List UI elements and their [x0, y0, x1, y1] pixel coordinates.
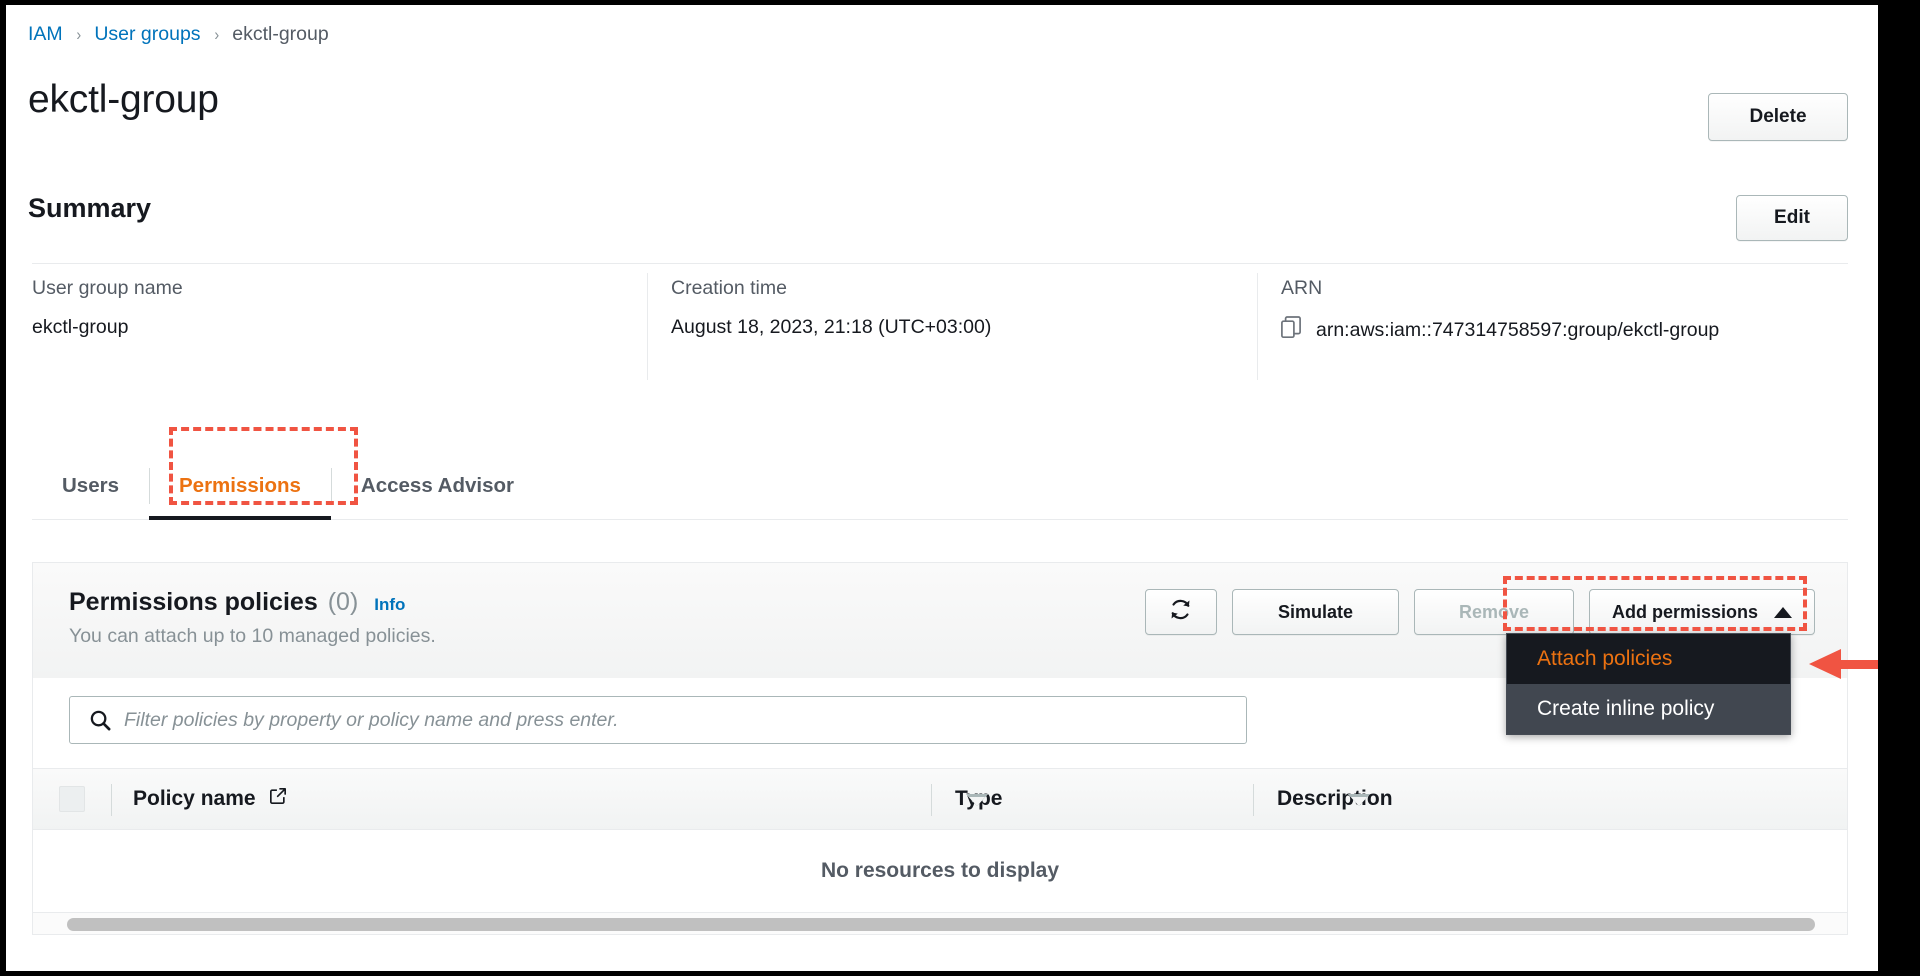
summary-field-user-group-name: User group name ekctl-group [32, 277, 647, 387]
field-label: ARN [1281, 277, 1323, 299]
arn-text: arn:aws:iam::747314758597:group/ekctl-gr… [1316, 319, 1720, 341]
info-link[interactable]: Info [374, 595, 405, 615]
horizontal-scrollbar-thumb[interactable] [67, 918, 1815, 931]
sort-descending-icon[interactable] [1348, 794, 1370, 806]
select-all-checkbox[interactable] [59, 786, 85, 812]
sort-descending-icon[interactable] [966, 794, 988, 806]
horizontal-scrollbar[interactable] [33, 912, 1847, 934]
policies-heading-group: Permissions policies (0) Info [69, 588, 405, 617]
filter-field [69, 696, 1247, 744]
field-label: Creation time [671, 277, 787, 299]
column-label: Policy name [133, 787, 256, 810]
breadcrumb-separator-icon: › [76, 24, 81, 44]
summary-field-arn: ARN arn:aws:iam::747314758597:group/ekct… [1257, 273, 1852, 387]
tab-permissions[interactable]: Permissions [149, 452, 331, 520]
column-label: Description [1277, 787, 1393, 810]
filter-policies-input[interactable] [69, 696, 1247, 744]
policies-count: (0) [327, 588, 359, 616]
policies-heading: Permissions policies [69, 588, 318, 616]
policies-table-header: Policy name Type Description [33, 768, 1847, 830]
breadcrumb-item-user-groups[interactable]: User groups [94, 23, 200, 46]
browser-content-frame: IAM › User groups › ekctl-group ekctl-gr… [6, 5, 1878, 971]
refresh-button[interactable] [1144, 589, 1217, 635]
copy-icon[interactable] [1281, 316, 1302, 345]
breadcrumb-item-iam[interactable]: IAM [28, 23, 63, 46]
breadcrumb-separator-icon: › [213, 24, 219, 44]
field-value: ekctl-group [32, 316, 129, 338]
add-permissions-dropdown: Attach policies Create inline policy [1506, 633, 1791, 735]
remove-button[interactable]: Remove [1413, 589, 1574, 635]
delete-button[interactable]: Delete [1708, 93, 1848, 141]
chevron-up-icon [1774, 606, 1792, 618]
simulate-button[interactable]: Simulate [1231, 589, 1399, 635]
select-all-checkbox-cell[interactable] [33, 769, 111, 829]
summary-divider [32, 263, 1848, 264]
add-permissions-label: Add permissions [1611, 601, 1758, 622]
breadcrumb: IAM › User groups › ekctl-group [28, 23, 329, 46]
menu-item-attach-policies[interactable]: Attach policies [1507, 634, 1790, 684]
summary-heading: Summary [28, 193, 152, 223]
policies-action-bar: Simulate Remove Add permissions [1144, 589, 1815, 635]
field-value-row: arn:aws:iam::747314758597:group/ekctl-gr… [1281, 316, 1828, 345]
tab-bar: Users Permissions Access Advisor [32, 452, 1848, 520]
page-title: ekctl-group [28, 78, 219, 121]
permissions-policies-panel: Permissions policies (0) Info You can at… [32, 563, 1848, 935]
menu-item-create-inline-policy[interactable]: Create inline policy [1507, 684, 1790, 734]
refresh-icon [1168, 597, 1193, 627]
tab-access-advisor[interactable]: Access Advisor [330, 452, 544, 519]
add-permissions-button[interactable]: Add permissions [1588, 589, 1815, 635]
policies-subtitle: You can attach up to 10 managed policies… [69, 625, 436, 647]
breadcrumb-item-current: ekctl-group [232, 23, 329, 45]
field-label: User group name [32, 277, 183, 299]
summary-grid: User group name ekctl-group Creation tim… [32, 273, 1852, 387]
field-value: August 18, 2023, 21:18 (UTC+03:00) [671, 316, 992, 338]
summary-field-creation-time: Creation time August 18, 2023, 21:18 (UT… [647, 273, 1257, 387]
table-empty-message: No resources to display [820, 859, 1060, 882]
column-header-policy-name[interactable]: Policy name [111, 769, 931, 829]
tab-users[interactable]: Users [32, 452, 149, 519]
external-link-icon [268, 786, 288, 812]
edit-button[interactable]: Edit [1736, 195, 1848, 241]
column-header-description[interactable]: Description [1253, 769, 1847, 829]
